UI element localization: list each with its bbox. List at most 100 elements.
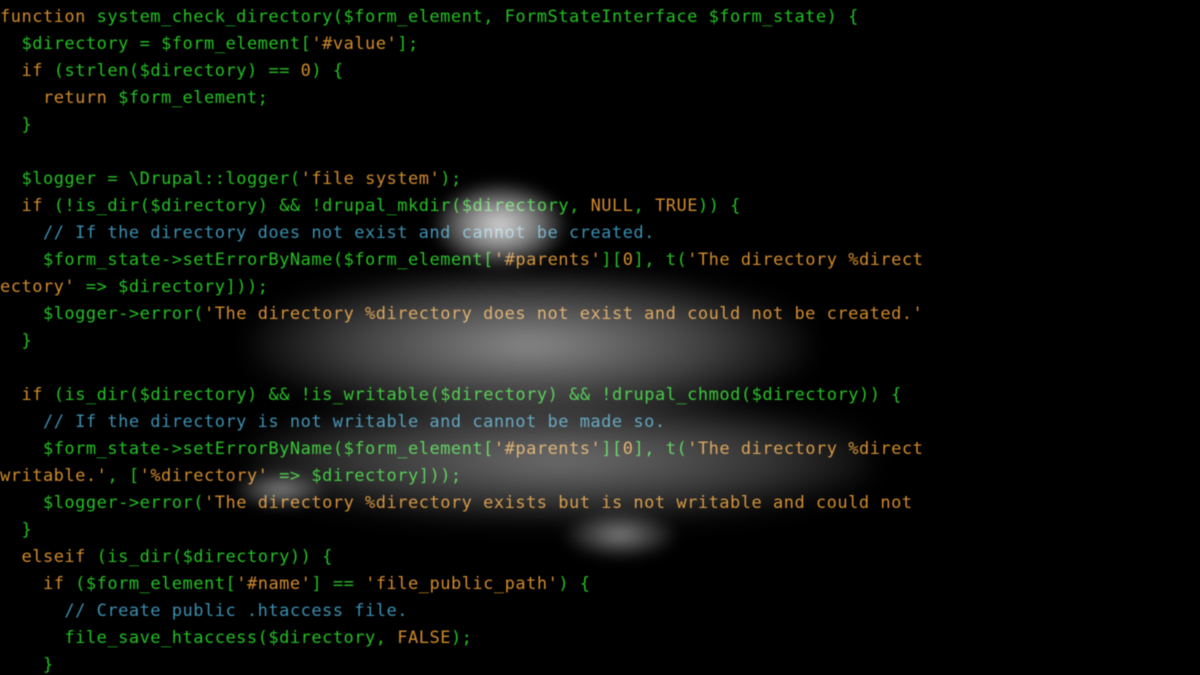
code-token-punc <box>0 169 21 189</box>
code-token-var: $directory <box>440 385 547 405</box>
code-token-punc: [ <box>483 250 494 270</box>
code-token-com: // Create public .htaccess file. <box>64 601 408 621</box>
code-token-punc: ], <box>633 439 665 459</box>
code-line: } <box>0 520 32 540</box>
code-token-op: => <box>75 277 118 297</box>
code-token-var: $directory <box>268 628 375 648</box>
code-token-num: 0 <box>623 250 634 270</box>
code-line: if (strlen($directory) == 0) { <box>0 61 344 81</box>
code-token-punc: ( <box>676 250 687 270</box>
code-token-op: :: <box>204 169 225 189</box>
code-token-op: -> <box>161 250 182 270</box>
code-token-var: $directory <box>150 196 257 216</box>
code-token-fn: drupal_chmod <box>612 385 741 405</box>
code-token-com: // If the directory does not exist and c… <box>43 223 655 243</box>
code-token-punc: } <box>0 115 32 135</box>
code-token-punc <box>0 88 43 108</box>
code-token-str: writable.' <box>0 466 107 486</box>
code-token-punc <box>0 601 64 621</box>
code-token-punc: ( <box>54 385 65 405</box>
code-token-punc: , [ <box>107 466 139 486</box>
code-token-punc: } <box>0 520 32 540</box>
code-token-fn: drupal_mkdir <box>322 196 451 216</box>
code-line: $logger->error('The directory %directory… <box>0 493 923 513</box>
code-token-num: 0 <box>623 439 634 459</box>
code-token-punc: ) { <box>558 574 590 594</box>
code-line: $form_state->setErrorByName($form_elemen… <box>0 439 923 459</box>
code-token-punc <box>0 34 21 54</box>
code-line: // If the directory does not exist and c… <box>0 223 655 243</box>
code-token-var: $logger <box>43 304 118 324</box>
code-token-punc <box>0 142 11 162</box>
code-token-punc: ( <box>193 304 204 324</box>
code-token-var: $form_state <box>709 7 827 27</box>
code-token-bool: FALSE <box>397 628 451 648</box>
code-token-op: -> <box>118 304 139 324</box>
code-token-op: ) && ! <box>258 196 322 216</box>
code-token-var: $directory <box>21 34 128 54</box>
code-token-punc: ( <box>193 493 204 513</box>
code-line: ectory' => $directory])); <box>0 277 268 297</box>
code-line <box>0 358 11 378</box>
code-token-fn: t <box>666 250 677 270</box>
code-token-str: '#value' <box>311 34 397 54</box>
code-token-punc: ( <box>129 61 140 81</box>
code-token-punc: } <box>0 655 54 675</box>
code-token-kw: function <box>0 7 97 27</box>
code-token-punc <box>0 223 43 243</box>
code-token-op: (! <box>54 196 75 216</box>
code-token-str: 'The directory %directory does not exist… <box>204 304 923 324</box>
code-token-fn: is_dir <box>107 547 171 567</box>
code-token-fn: is_dir <box>75 196 139 216</box>
code-token-str: 'The directory %direct <box>687 439 923 459</box>
code-token-kw: if <box>43 574 75 594</box>
code-token-kw: elseif <box>21 547 96 567</box>
code-line: // Create public .htaccess file. <box>0 601 408 621</box>
code-token-punc: ) { <box>311 61 343 81</box>
code-token-punc: [ <box>483 439 494 459</box>
code-token-var: $directory <box>752 385 859 405</box>
code-token-punc: ][ <box>601 250 622 270</box>
code-token-punc: ( <box>333 7 344 27</box>
code-token-punc: ( <box>75 574 86 594</box>
code-line: } <box>0 115 32 135</box>
code-token-var: $form_state <box>43 439 161 459</box>
code-line: } <box>0 655 54 675</box>
code-token-cls: \Drupal <box>129 169 204 189</box>
code-token-fn: file_save_htaccess <box>64 628 257 648</box>
code-token-var: $form_element <box>344 439 484 459</box>
code-line: if (!is_dir($directory) && !drupal_mkdir… <box>0 196 741 216</box>
code-token-cls: FormStateInterface <box>505 7 709 27</box>
code-token-punc: ( <box>741 385 752 405</box>
code-token-str: '#name' <box>236 574 311 594</box>
code-editor-content: function system_check_directory($form_el… <box>0 0 1200 675</box>
code-token-op: -> <box>118 493 139 513</box>
code-token-str: '#parents' <box>494 250 601 270</box>
code-token-punc: ; <box>258 88 269 108</box>
code-token-op: ] == <box>311 574 365 594</box>
code-token-str: 'file_public_path' <box>365 574 558 594</box>
code-token-punc: ]; <box>397 34 418 54</box>
code-token-punc: [ <box>301 34 312 54</box>
code-token-punc: ( <box>140 196 151 216</box>
code-token-kw: if <box>21 196 53 216</box>
code-token-punc <box>0 61 21 81</box>
code-token-var: $form_state <box>43 250 161 270</box>
code-token-punc: ); <box>451 628 472 648</box>
code-token-var: $directory <box>311 466 418 486</box>
code-token-punc <box>0 574 43 594</box>
code-token-punc: ])); <box>419 466 462 486</box>
code-token-punc: ( <box>54 61 65 81</box>
code-token-op: ) == <box>247 61 301 81</box>
code-line <box>0 142 11 162</box>
code-token-fn: setErrorByName <box>183 439 333 459</box>
code-token-str: '%directory' <box>140 466 269 486</box>
code-line: $directory = $form_element['#value']; <box>0 34 419 54</box>
code-line: $form_state->setErrorByName($form_elemen… <box>0 250 923 270</box>
code-token-punc <box>0 250 43 270</box>
code-line: $logger->error('The directory %directory… <box>0 304 923 324</box>
code-token-str: '#parents' <box>494 439 601 459</box>
code-token-fn: error <box>140 304 194 324</box>
code-token-var: $form_element <box>344 7 484 27</box>
code-token-punc: )) { <box>290 547 333 567</box>
